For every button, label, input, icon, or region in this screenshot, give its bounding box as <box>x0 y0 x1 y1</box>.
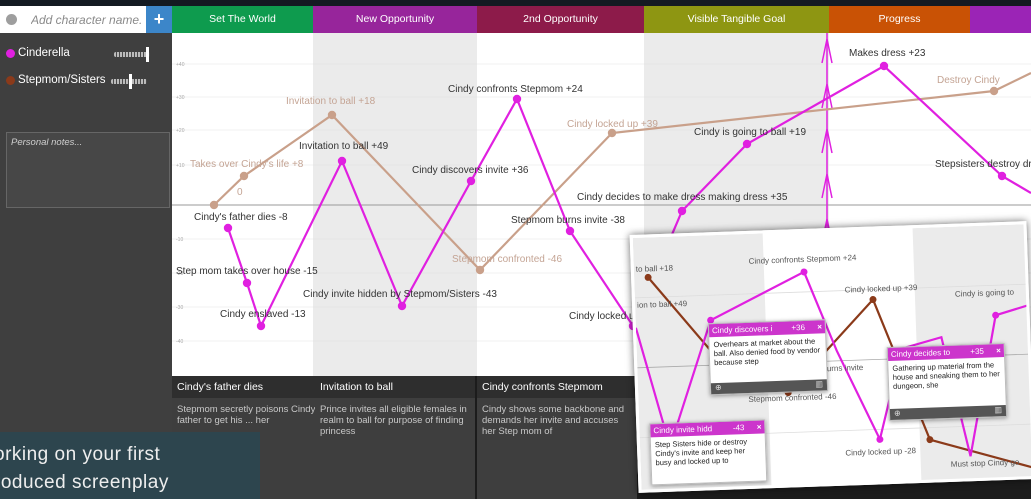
point-label: Makes dress +23 <box>849 48 926 59</box>
data-point[interactable] <box>475 265 485 275</box>
point-label: Invitation to ball +49 <box>299 141 389 152</box>
data-point[interactable] <box>989 86 999 96</box>
beat-card-body: Cindy shows some backbone and demands he… <box>477 398 637 499</box>
point-label: Step mom takes over house -15 <box>176 266 318 277</box>
inset-card-body: Gathering up material from the house and… <box>892 360 1001 391</box>
promo-banner: orking on your first roduced screenplay <box>0 432 260 499</box>
point-label: Cindy's father dies -8 <box>194 212 288 223</box>
point-label: Destroy Cindy <box>937 75 1000 86</box>
trash-icon[interactable]: ▥ <box>994 405 1002 414</box>
sidebar: + Cinderella Stepmom/Sisters <box>0 6 172 499</box>
character-color-dot <box>6 14 17 25</box>
character-row-stepmom-sisters[interactable]: Stepmom/Sisters <box>0 68 172 94</box>
beat-card-title: Invitation to ball <box>315 376 475 398</box>
inset-card-title: Cindy invite hidd <box>653 424 713 436</box>
beat-card-title: Cindy confronts Stepmom <box>477 376 637 398</box>
point-label: Takes over Cindy's life +8 <box>190 159 304 170</box>
add-character-input[interactable] <box>20 9 142 30</box>
data-point[interactable] <box>677 206 687 216</box>
inset-beat-card[interactable]: Cindy decides to +35 × Gathering up mate… <box>886 342 1008 422</box>
beat-card[interactable]: Invitation to ball Prince invites all el… <box>315 376 475 499</box>
inset-label: burns invite <box>822 363 864 373</box>
point-label: Stepmom confronted -46 <box>452 254 562 265</box>
inset-card-score: +36 <box>791 322 806 333</box>
data-point[interactable] <box>223 223 233 233</box>
character-weight-slider[interactable] <box>111 74 147 89</box>
inset-label: to ball +18 <box>636 263 674 273</box>
add-character-row: + <box>0 6 172 33</box>
character-color-dot <box>6 76 15 85</box>
character-name: Cinderella <box>18 47 70 59</box>
data-point[interactable] <box>466 176 476 186</box>
y-tick-label: -10 <box>176 237 183 243</box>
point-label: Cindy locked up +39 <box>567 119 658 130</box>
point-label: Stepmom burns invite -38 <box>511 215 625 226</box>
data-point[interactable] <box>239 171 249 181</box>
close-icon[interactable]: × <box>817 320 822 333</box>
banner-line-2: roduced screenplay <box>0 472 169 493</box>
data-point[interactable] <box>209 200 219 210</box>
point-label: Cindy is going to ball +19 <box>694 127 806 138</box>
act-column-visible-tangible-goal[interactable]: Visible Tangible Goal <box>644 6 829 33</box>
inset-card-score: +35 <box>970 346 985 357</box>
inset-card-title: Cindy discovers i <box>711 324 773 336</box>
character-name: Stepmom/Sisters <box>18 74 106 86</box>
inset-card-score: -43 <box>732 423 745 433</box>
act-column-set-the-world[interactable]: Set The World <box>172 6 313 33</box>
data-point[interactable] <box>565 226 575 236</box>
inset-beat-card[interactable]: Cindy invite hidd -43 × Step Sisters hid… <box>649 419 768 486</box>
y-tick-label: +20 <box>176 128 185 134</box>
beat-card-title: Cindy's father dies <box>172 376 332 398</box>
point-label: Invitation to ball +18 <box>286 96 376 107</box>
y-tick-label: -40 <box>176 339 183 345</box>
y-tick-label: +10 <box>176 163 185 169</box>
act-column-2nd-opportunity[interactable]: 2nd Opportunity <box>477 6 644 33</box>
trash-icon[interactable]: ▥ <box>815 379 823 388</box>
data-point[interactable] <box>879 61 889 71</box>
beat-card[interactable]: Cindy confronts Stepmom Cindy shows some… <box>477 376 637 499</box>
banner-line-1: orking on your first <box>0 444 161 465</box>
data-point[interactable] <box>512 94 522 104</box>
point-label: Cindy discovers invite +36 <box>412 165 529 176</box>
act-header: Set The World New Opportunity 2nd Opport… <box>172 6 1031 33</box>
close-icon[interactable]: × <box>757 421 762 434</box>
point-label: Cindy confronts Stepmom +24 <box>448 84 583 95</box>
add-icon[interactable]: ⊕ <box>715 383 722 392</box>
data-point[interactable] <box>607 128 617 138</box>
inset-screenshot: to ball +18 Cindy confronts Stepmom +24 … <box>629 221 1031 493</box>
point-label: Stepsisters destroy dress <box>935 159 1031 170</box>
slider-handle[interactable] <box>129 74 132 89</box>
character-weight-slider[interactable] <box>114 47 150 62</box>
inset-label: ion to ball +49 <box>637 299 688 310</box>
data-point[interactable] <box>997 171 1007 181</box>
y-tick-label: +40 <box>176 62 185 68</box>
data-point[interactable] <box>256 321 266 331</box>
close-icon[interactable]: × <box>996 344 1001 357</box>
data-point[interactable] <box>337 156 347 166</box>
inset-card-body: Overhears at market about the ball. Also… <box>713 336 821 368</box>
act-column-progress[interactable]: Progress <box>829 6 970 33</box>
data-point[interactable] <box>397 301 407 311</box>
point-label: 0 <box>237 187 243 198</box>
character-color-dot <box>6 49 15 58</box>
data-point[interactable] <box>327 110 337 120</box>
point-label: Cindy enslaved -13 <box>220 309 306 320</box>
y-tick-label: +30 <box>176 95 185 101</box>
character-row-cinderella[interactable]: Cinderella <box>0 41 172 67</box>
inset-beat-card[interactable]: Cindy discovers i +36 × Overhears at mar… <box>707 319 829 396</box>
add-icon[interactable]: ⊕ <box>894 409 901 418</box>
point-label: Cindy invite hidden by Stepmom/Sisters -… <box>303 289 497 300</box>
data-point[interactable] <box>742 139 752 149</box>
add-character-button[interactable]: + <box>146 6 172 33</box>
personal-notes-field[interactable] <box>6 132 170 208</box>
y-tick-label: -30 <box>176 305 183 311</box>
act-column-new-opportunity[interactable]: New Opportunity <box>313 6 477 33</box>
slider-handle[interactable] <box>146 47 149 62</box>
data-point[interactable] <box>242 278 252 288</box>
inset-card-title: Cindy decides to <box>890 347 951 359</box>
point-label: Cindy decides to make dress making dress… <box>577 192 788 203</box>
beat-card-body: Prince invites all eligible females in r… <box>315 398 475 499</box>
inset-card-body: Step Sisters hide or destroy Cindy's inv… <box>654 437 748 468</box>
act-column-next[interactable] <box>970 6 1031 33</box>
